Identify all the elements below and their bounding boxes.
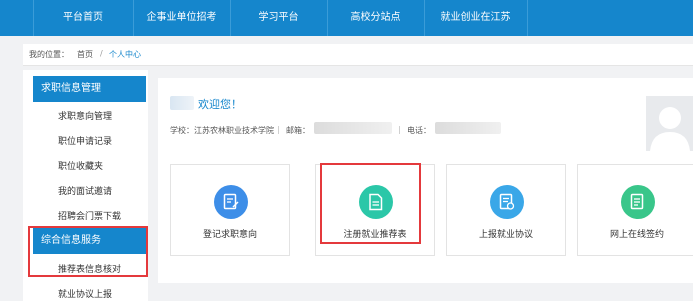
nav-item-home[interactable]: 平台首页	[33, 0, 133, 36]
breadcrumb-current: 个人中心	[109, 50, 141, 59]
highlight-box-sidebar	[28, 226, 148, 277]
card-report-agreement[interactable]: 上报就业协议	[446, 164, 566, 256]
breadcrumb-home[interactable]: 首页	[77, 49, 93, 60]
phone-blurred	[435, 122, 501, 134]
nav-item-jiangsu[interactable]: 就业创业在江苏	[424, 0, 527, 36]
nav-divider	[527, 0, 528, 36]
card-register-intention[interactable]: 登记求职意向	[170, 164, 290, 256]
contract-icon	[490, 185, 524, 219]
email-blurred	[314, 122, 392, 134]
school-value: 江苏农林职业技术学院	[194, 126, 274, 135]
breadcrumb-separator: /	[100, 49, 103, 58]
breadcrumb: 我的位置： 首页 / 个人中心	[23, 44, 693, 66]
avatar[interactable]	[646, 96, 693, 151]
top-nav: 平台首页 企事业单位招考 学习平台 高校分站点 就业创业在江苏	[0, 0, 693, 36]
card-report-agreement-label: 上报就业协议	[478, 230, 533, 240]
card-register-intention-label: 登记求职意向	[202, 230, 257, 240]
edit-doc-icon	[214, 185, 248, 219]
card-online-signing-label: 网上在线签约	[609, 230, 664, 240]
card-online-signing[interactable]: 网上在线签约	[577, 164, 693, 256]
nav-item-recruitment[interactable]: 企事业单位招考	[133, 0, 230, 36]
sidebar-item-ticket-download[interactable]: 招聘会门票下载	[58, 209, 121, 222]
main-panel: 欢迎您！ 学校： 江苏农林职业技术学院 | 邮箱： | 电话： 登记求职意向 注…	[158, 78, 693, 283]
info-divider: |	[398, 125, 401, 134]
school-label: 学校：	[170, 126, 194, 135]
sidebar-item-interviews[interactable]: 我的面试邀请	[58, 184, 112, 197]
sidebar-item-favorites[interactable]: 职位收藏夹	[58, 159, 103, 172]
sidebar-item-job-intention[interactable]: 求职意向管理	[58, 109, 112, 122]
sign-icon	[621, 185, 655, 219]
welcome-text: 欢迎您！	[198, 98, 242, 111]
email-label: 邮箱：	[286, 126, 310, 135]
phone-label: 电话：	[407, 126, 431, 135]
sidebar-item-agreement-report[interactable]: 就业协议上报	[58, 287, 112, 300]
breadcrumb-prefix: 我的位置：	[29, 50, 69, 59]
highlight-box-card	[320, 163, 421, 244]
info-divider: |	[277, 125, 280, 134]
avatar-placeholder-icon	[650, 107, 690, 151]
username-blurred	[170, 96, 194, 110]
nav-item-branches[interactable]: 高校分站点	[327, 0, 424, 36]
sidebar-group-title-job[interactable]: 求职信息管理	[33, 76, 146, 102]
sidebar-item-application-records[interactable]: 职位申请记录	[58, 134, 112, 147]
nav-item-learning[interactable]: 学习平台	[230, 0, 327, 36]
